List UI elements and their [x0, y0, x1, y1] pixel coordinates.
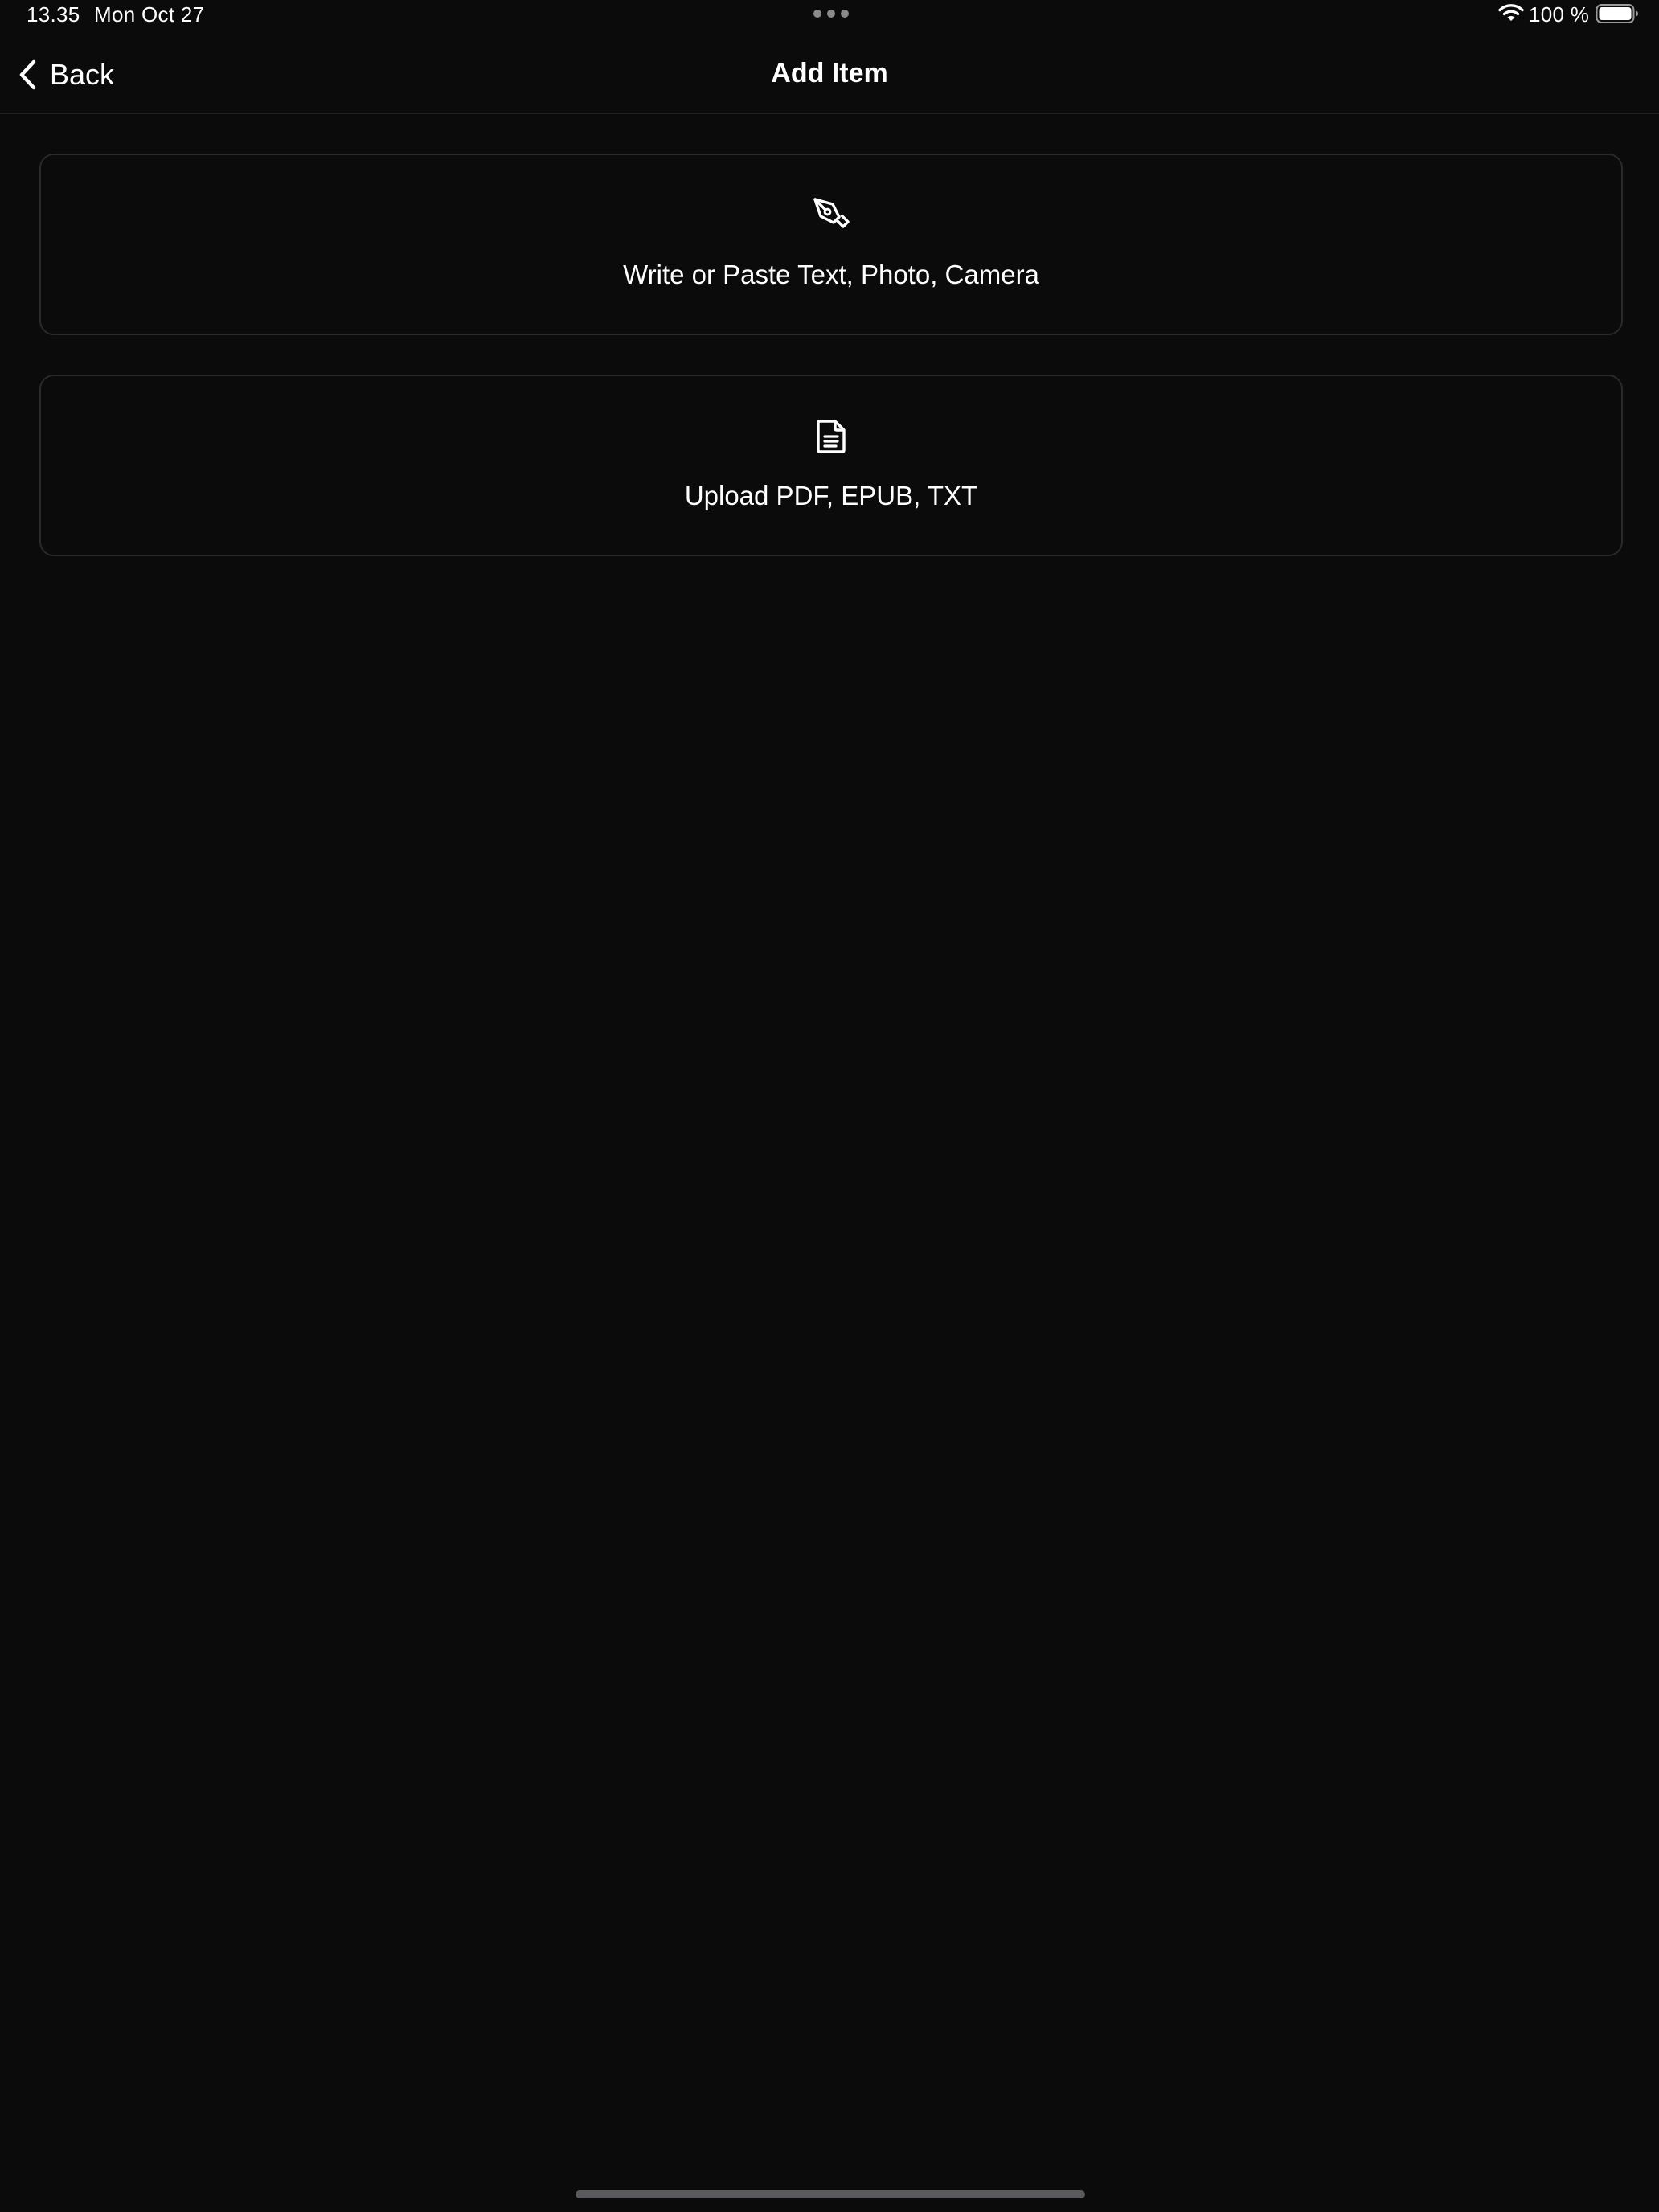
- write-paste-option-label: Write or Paste Text, Photo, Camera: [623, 260, 1039, 289]
- upload-file-option-label: Upload PDF, EPUB, TXT: [684, 481, 978, 510]
- status-date: Mon Oct 27: [94, 2, 205, 27]
- home-indicator[interactable]: [576, 2190, 1085, 2198]
- write-paste-option-card[interactable]: Write or Paste Text, Photo, Camera: [39, 154, 1623, 335]
- navigation-bar: Back Add Item: [0, 32, 1659, 114]
- pen-nib-icon: [813, 198, 850, 228]
- document-icon: [817, 420, 846, 453]
- battery-icon: [1596, 4, 1638, 23]
- battery-percent: 100 %: [1529, 2, 1590, 27]
- status-time: 13.35: [27, 2, 80, 27]
- multitask-dots-icon[interactable]: [813, 9, 849, 18]
- wifi-icon: [1498, 4, 1524, 21]
- status-bar: 13.35 Mon Oct 27 100 %: [0, 0, 1659, 32]
- upload-file-option-card[interactable]: Upload PDF, EPUB, TXT: [39, 375, 1623, 556]
- page-title: Add Item: [771, 58, 888, 88]
